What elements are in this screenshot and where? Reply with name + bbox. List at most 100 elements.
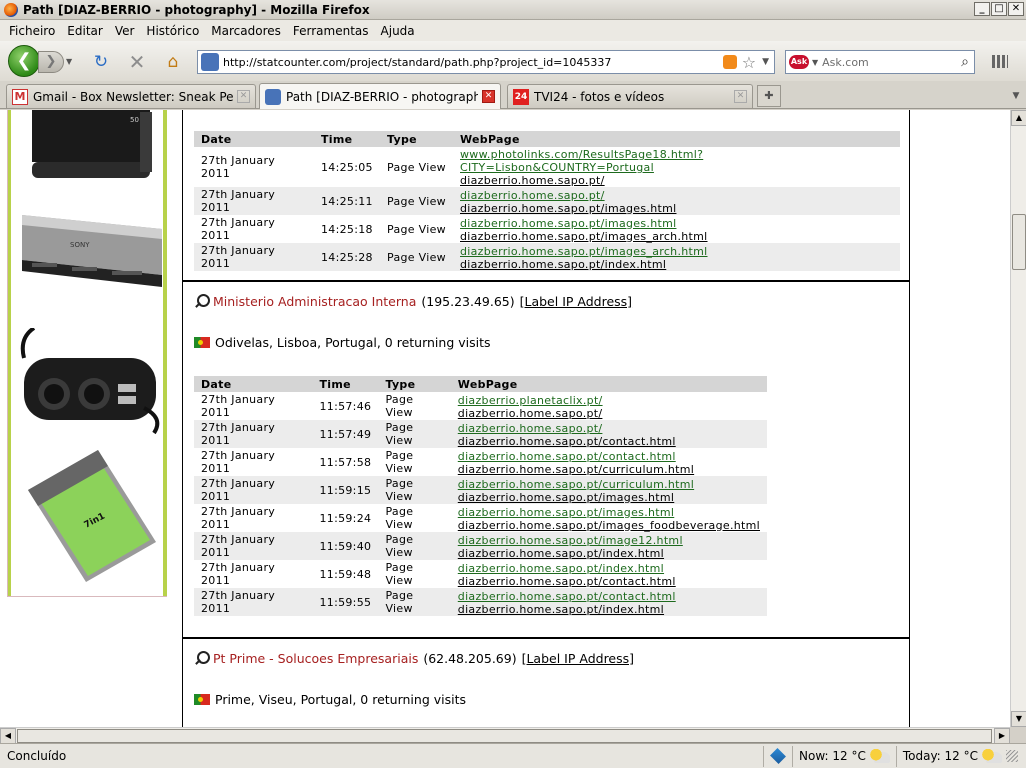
- back-button[interactable]: ❮: [8, 45, 40, 77]
- path-report-panel: Date Time Type WebPage 27th January 2011…: [182, 110, 910, 727]
- page-link[interactable]: diazberrio.home.sapo.pt/images_foodbever…: [458, 519, 760, 532]
- cell-date: 27th January 2011: [194, 588, 313, 616]
- visitor-header: Ministerio Administracao Interna (195.23…: [194, 294, 632, 309]
- page-link[interactable]: diazberrio.home.sapo.pt/contact.html: [458, 435, 760, 448]
- cell-type: Page View: [387, 160, 446, 174]
- stop-icon: ✕: [128, 50, 146, 74]
- new-tab-button[interactable]: ✚: [757, 85, 781, 107]
- search-input[interactable]: Ask.com: [822, 56, 961, 69]
- cell-webpage: diazberrio.home.sapo.pt/index.html diazbe…: [451, 560, 767, 588]
- referrer-link[interactable]: diazberrio.home.sapo.pt/: [458, 422, 760, 435]
- menu-ficheiro[interactable]: Ficheiro: [3, 24, 61, 38]
- gmail-icon: M: [12, 88, 28, 105]
- page-link[interactable]: diazberrio.home.sapo.pt/images.html: [458, 491, 760, 504]
- forward-button[interactable]: ❯: [38, 51, 64, 73]
- product-sidebar: 50 SONY 7in1: [7, 110, 167, 597]
- cell-date: 27th January 2011: [194, 476, 313, 504]
- cell-time: 11:59:55: [312, 588, 379, 616]
- bookmark-star-icon[interactable]: ☆: [742, 53, 756, 72]
- scroll-up-icon[interactable]: ▲: [1011, 110, 1026, 126]
- site-identity-icon[interactable]: [201, 53, 219, 71]
- close-window-button[interactable]: ✕: [1008, 2, 1024, 16]
- scroll-right-icon[interactable]: ▶: [994, 728, 1010, 744]
- page-link[interactable]: diazberrio.home.sapo.pt/index.html: [458, 547, 760, 560]
- horizontal-scrollbar[interactable]: ◀ ▶: [0, 727, 1010, 744]
- location-text: Prime, Viseu, Portugal, 0 returning visi…: [215, 692, 467, 707]
- magnifier-icon[interactable]: [194, 294, 210, 309]
- tab-gmail[interactable]: M Gmail - Box Newsletter: Sneak Peek at …: [6, 84, 256, 108]
- tab-tvi24[interactable]: 24 TVI24 - fotos e vídeos ✕: [507, 84, 753, 108]
- rss-feed-icon[interactable]: [722, 55, 737, 69]
- security-addon[interactable]: [763, 745, 792, 767]
- url-text[interactable]: http://statcounter.com/project/standard/…: [223, 56, 723, 69]
- label-ip-link[interactable]: [Label IP Address]: [520, 294, 632, 309]
- list-all-tabs-icon[interactable]: ▼: [1008, 85, 1024, 107]
- visit-separator: [183, 637, 909, 639]
- search-bar[interactable]: Ask ▼ Ask.com ⌕: [785, 50, 975, 74]
- url-dropdown-icon[interactable]: ▼: [762, 57, 769, 67]
- referrer-link[interactable]: diazberrio.home.sapo.pt/image12.html: [458, 534, 760, 547]
- cell-time: 14:25:05: [321, 160, 373, 174]
- menu-marcadores[interactable]: Marcadores: [205, 24, 287, 38]
- ask-engine-icon[interactable]: Ask: [789, 55, 809, 69]
- close-tab-icon[interactable]: ✕: [734, 90, 747, 103]
- engine-dropdown-icon[interactable]: ▼: [812, 58, 818, 67]
- page-link[interactable]: diazberrio.home.sapo.pt/images.html: [460, 202, 893, 215]
- menu-ajuda[interactable]: Ajuda: [375, 24, 421, 38]
- history-dropdown-icon[interactable]: ▼: [66, 57, 72, 66]
- cell-webpage: diazberrio.home.sapo.pt/curriculum.html d…: [450, 476, 767, 504]
- visitor-organization[interactable]: Ministerio Administracao Interna: [213, 294, 416, 309]
- page-link[interactable]: diazberrio.home.sapo.pt/: [460, 174, 893, 187]
- referrer-link[interactable]: diazberrio.home.sapo.pt/contact.html: [458, 450, 760, 463]
- page-link[interactable]: diazberrio.home.sapo.pt/curriculum.html: [458, 463, 760, 476]
- referrer-link[interactable]: diazberrio.home.sapo.pt/index.html: [458, 562, 760, 575]
- page-link[interactable]: diazberrio.home.sapo.pt/: [458, 407, 760, 420]
- page-link[interactable]: diazberrio.home.sapo.pt/images_arch.html: [460, 230, 893, 243]
- home-button[interactable]: ⌂: [162, 51, 184, 73]
- toolbar-grid-icon[interactable]: [992, 55, 1008, 68]
- title-bar: Path [DIAZ-BERRIO - photography] - Mozil…: [0, 0, 1026, 20]
- horizontal-scroll-thumb[interactable]: [17, 729, 992, 743]
- referrer-link[interactable]: diazberrio.home.sapo.pt/images.html: [460, 217, 893, 230]
- vertical-scroll-thumb[interactable]: [1012, 214, 1026, 270]
- referrer-link[interactable]: diazberrio.home.sapo.pt/curriculum.html: [458, 478, 760, 491]
- minimize-button[interactable]: _: [974, 2, 990, 16]
- scroll-left-icon[interactable]: ◀: [0, 728, 16, 744]
- vertical-scrollbar[interactable]: ▲ ▼: [1010, 110, 1026, 727]
- weather-now[interactable]: Now: 12 °C: [792, 745, 896, 767]
- maximize-button[interactable]: □: [991, 2, 1007, 16]
- referrer-link[interactable]: www.photolinks.com/ResultsPage18.html?CI…: [460, 148, 893, 174]
- reload-button[interactable]: ↻: [90, 51, 112, 73]
- close-tab-icon[interactable]: ✕: [482, 90, 495, 103]
- page-link[interactable]: diazberrio.home.sapo.pt/contact.html: [458, 575, 760, 588]
- referrer-link[interactable]: diazberrio.home.sapo.pt/contact.html: [458, 590, 760, 603]
- page-link[interactable]: diazberrio.home.sapo.pt/index.html: [458, 603, 760, 616]
- cell-date: 27th January 2011: [201, 154, 276, 180]
- menu-editar[interactable]: Editar: [61, 24, 109, 38]
- magnifier-icon[interactable]: [194, 651, 210, 666]
- page-link[interactable]: diazberrio.home.sapo.pt/index.html: [460, 258, 893, 271]
- tab-path-statcounter[interactable]: Path [DIAZ-BERRIO - photography] ✕: [259, 83, 501, 109]
- referrer-link[interactable]: diazberrio.home.sapo.pt/images.html: [458, 506, 760, 519]
- stop-button[interactable]: ✕: [126, 51, 148, 73]
- referrer-link[interactable]: diazberrio.home.sapo.pt/images_arch.html: [460, 245, 893, 258]
- weather-today[interactable]: Today: 12 °C: [895, 745, 1026, 767]
- resize-grip-icon[interactable]: [1006, 750, 1018, 762]
- visit-top-table: Date Time Type WebPage 27th January 2011…: [194, 131, 900, 271]
- cell-type: Page View: [385, 561, 414, 587]
- close-tab-icon[interactable]: ✕: [237, 90, 250, 103]
- menu-ferramentas[interactable]: Ferramentas: [287, 24, 375, 38]
- cell-time: 14:25:18: [321, 222, 373, 236]
- table-row: 27th January 2011 11:59:48 Page View dia…: [194, 560, 767, 588]
- referrer-link[interactable]: diazberrio.home.sapo.pt/: [460, 189, 893, 202]
- visitor-organization[interactable]: Pt Prime - Solucoes Empresariais: [213, 651, 418, 666]
- menu-historico[interactable]: Histórico: [140, 24, 205, 38]
- url-bar[interactable]: http://statcounter.com/project/standard/…: [197, 50, 775, 74]
- cell-type: Page View: [378, 588, 451, 616]
- scroll-down-icon[interactable]: ▼: [1011, 711, 1026, 727]
- search-magnifier-icon[interactable]: ⌕: [961, 54, 969, 70]
- referrer-link[interactable]: diazberrio.planetaclix.pt/: [458, 394, 760, 407]
- menu-ver[interactable]: Ver: [109, 24, 141, 38]
- col-webpage: WebPage: [453, 131, 900, 147]
- label-ip-link[interactable]: [Label IP Address]: [522, 651, 634, 666]
